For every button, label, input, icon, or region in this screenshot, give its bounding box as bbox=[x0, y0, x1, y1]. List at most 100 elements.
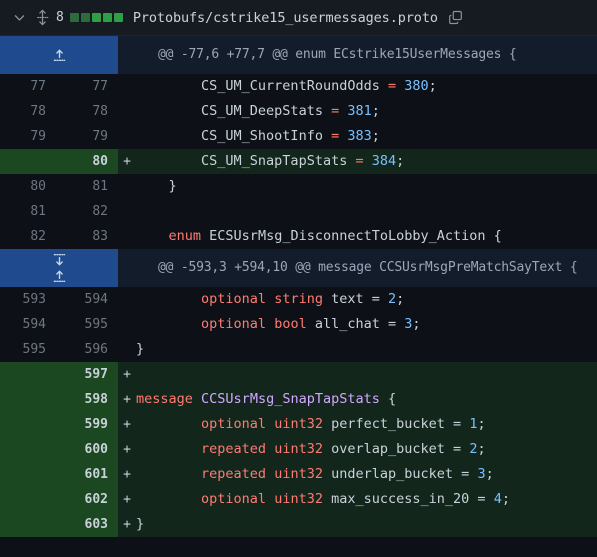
diffstat-block-1 bbox=[80, 13, 90, 22]
diff-marker bbox=[118, 249, 136, 287]
arrow-down-icon bbox=[53, 252, 66, 267]
code-line[interactable]: repeated uint32 overlap_bucket = 2; bbox=[136, 437, 597, 462]
code-line[interactable]: optional uint32 max_success_in_20 = 4; bbox=[136, 487, 597, 512]
line-number-old[interactable] bbox=[0, 487, 56, 512]
code-line[interactable]: CS_UM_DeepStats = 381; bbox=[136, 99, 597, 124]
line-number-new[interactable]: 595 bbox=[56, 312, 118, 337]
line-number-old[interactable] bbox=[0, 387, 56, 412]
line-number-old[interactable]: 80 bbox=[0, 174, 56, 199]
line-number-new[interactable]: 598 bbox=[56, 387, 118, 412]
code-line[interactable]: optional string text = 2; bbox=[136, 287, 597, 312]
token-kw: optional bbox=[201, 316, 267, 332]
token-id: max_success_in_20 bbox=[331, 491, 470, 507]
diff-marker: + bbox=[118, 487, 136, 512]
line-number-new[interactable]: 596 bbox=[56, 337, 118, 362]
line-number-old[interactable] bbox=[0, 149, 56, 174]
line-number-old[interactable]: 595 bbox=[0, 337, 56, 362]
line-number-new[interactable]: 602 bbox=[56, 487, 118, 512]
diffstat-blocks bbox=[69, 13, 123, 22]
line-number-new[interactable]: 82 bbox=[56, 199, 118, 224]
line-number-new[interactable]: 597 bbox=[56, 362, 118, 387]
line-number-old[interactable]: 81 bbox=[0, 199, 56, 224]
code-line[interactable]: CS_UM_ShootInfo = 383; bbox=[136, 124, 597, 149]
line-number-old[interactable]: 78 bbox=[0, 99, 56, 124]
drag-handle-icon[interactable] bbox=[30, 7, 54, 29]
code-line[interactable]: } bbox=[136, 512, 597, 537]
line-number-old[interactable] bbox=[0, 512, 56, 537]
token-pl: ; bbox=[477, 441, 486, 457]
line-number-old[interactable]: 82 bbox=[0, 224, 56, 249]
token-op: = bbox=[387, 78, 397, 94]
token-type: CCSUsrMsg_SnapTapStats bbox=[201, 391, 380, 407]
token-id: CS_UM_CurrentRoundOdds bbox=[201, 78, 380, 94]
line-number-old[interactable] bbox=[0, 437, 56, 462]
diff-body: @@ -77,6 +77,7 @@ enum ECstrike15UserMes… bbox=[0, 36, 597, 557]
line-number-old[interactable] bbox=[0, 362, 56, 387]
code-line[interactable] bbox=[136, 362, 597, 387]
diff-marker bbox=[118, 224, 136, 249]
line-number-new[interactable]: 77 bbox=[56, 74, 118, 99]
line-number-new[interactable]: 599 bbox=[56, 412, 118, 437]
line-number-new[interactable]: 600 bbox=[56, 437, 118, 462]
line-number-new[interactable]: 601 bbox=[56, 462, 118, 487]
token-pl: = bbox=[469, 491, 494, 507]
code-line[interactable]: optional uint32 perfect_bucket = 1; bbox=[136, 412, 597, 437]
code-line[interactable]: CS_UM_CurrentRoundOdds = 380; bbox=[136, 74, 597, 99]
diff-marker: + bbox=[118, 362, 136, 387]
line-number-old[interactable] bbox=[0, 412, 56, 437]
line-number-new[interactable]: 78 bbox=[56, 99, 118, 124]
line-number-old[interactable]: 77 bbox=[0, 74, 56, 99]
chevron-down-icon[interactable] bbox=[8, 7, 30, 29]
line-number-new[interactable]: 603 bbox=[56, 512, 118, 537]
expand-hunk-button[interactable] bbox=[0, 36, 118, 74]
line-number-new[interactable]: 80 bbox=[56, 149, 118, 174]
code-line[interactable]: } bbox=[136, 337, 597, 362]
line-number-old[interactable]: 79 bbox=[0, 124, 56, 149]
expand-hunk-button[interactable] bbox=[0, 249, 118, 287]
expand-arrows bbox=[53, 252, 66, 284]
code-line[interactable]: enum ECSUsrMsg_DisconnectToLobby_Action … bbox=[136, 224, 597, 249]
code-line[interactable]: } bbox=[136, 174, 597, 199]
line-number-new[interactable]: 81 bbox=[56, 174, 118, 199]
line-number-old[interactable]: 594 bbox=[0, 312, 56, 337]
diff-row-added: 598 + message CCSUsrMsg_SnapTapStats { bbox=[0, 387, 597, 412]
diff-marker: + bbox=[118, 387, 136, 412]
line-number-new[interactable]: 83 bbox=[56, 224, 118, 249]
token-pl: } bbox=[136, 178, 177, 194]
diff-marker: + bbox=[118, 412, 136, 437]
diff-marker bbox=[118, 337, 136, 362]
token-num: 380 bbox=[404, 78, 429, 94]
token-pl: ; bbox=[428, 78, 437, 94]
code-line[interactable]: optional bool all_chat = 3; bbox=[136, 312, 597, 337]
copy-icon[interactable] bbox=[446, 8, 466, 28]
arrow-up-icon bbox=[53, 48, 66, 63]
token-pl: = bbox=[379, 316, 405, 332]
token-op: = bbox=[355, 153, 364, 169]
diff-marker bbox=[118, 36, 136, 74]
diff-row-context: 79 79 CS_UM_ShootInfo = 383; bbox=[0, 124, 597, 149]
code-line[interactable]: CS_UM_SnapTapStats = 384; bbox=[136, 149, 597, 174]
code-line[interactable]: message CCSUsrMsg_SnapTapStats { bbox=[136, 387, 597, 412]
diff-row-context: 80 81 } bbox=[0, 174, 597, 199]
code-line[interactable]: repeated uint32 underlap_bucket = 3; bbox=[136, 462, 597, 487]
line-number-new[interactable]: 594 bbox=[56, 287, 118, 312]
line-number-old[interactable] bbox=[0, 462, 56, 487]
line-number-old[interactable]: 593 bbox=[0, 287, 56, 312]
diff-marker: + bbox=[118, 437, 136, 462]
code-line[interactable] bbox=[136, 199, 597, 224]
diff-row-context: 594 595 optional bool all_chat = 3; bbox=[0, 312, 597, 337]
diff-row-added: 600 + repeated uint32 overlap_bucket = 2; bbox=[0, 437, 597, 462]
line-number-new[interactable]: 79 bbox=[56, 124, 118, 149]
hunk-expander-row[interactable]: @@ -593,3 +594,10 @@ message CCSUsrMsgPr… bbox=[0, 249, 597, 287]
file-path[interactable]: Protobufs/cstrike15_usermessages.proto bbox=[133, 10, 438, 26]
hunk-expander-row[interactable]: @@ -77,6 +77,7 @@ enum ECstrike15UserMes… bbox=[0, 36, 597, 74]
